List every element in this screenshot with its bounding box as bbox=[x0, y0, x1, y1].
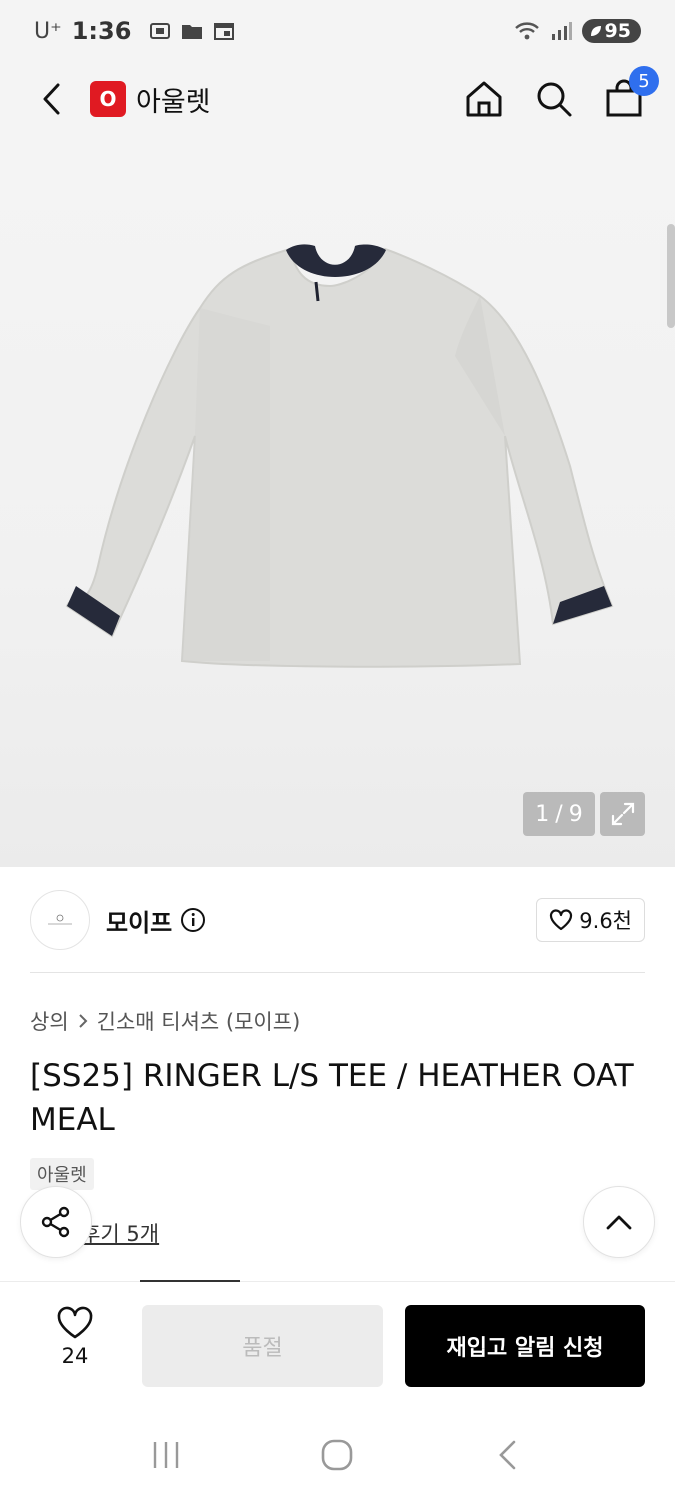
expand-icon bbox=[611, 802, 634, 826]
chevron-up-icon bbox=[606, 1215, 632, 1230]
home-circle-icon[interactable] bbox=[320, 1438, 354, 1472]
image-counter-current: 1 bbox=[535, 801, 550, 827]
share-button[interactable] bbox=[20, 1186, 92, 1258]
status-left: U⁺ 1:36 bbox=[34, 17, 235, 45]
wifi-icon bbox=[514, 22, 539, 40]
system-back-icon[interactable] bbox=[492, 1438, 526, 1472]
review-link[interactable]: 후기 5개 bbox=[81, 1218, 159, 1248]
info-icon[interactable] bbox=[180, 907, 206, 933]
cart-count-badge: 5 bbox=[629, 66, 659, 96]
header-title[interactable]: 아울렛 bbox=[136, 80, 211, 119]
heart-icon bbox=[550, 909, 573, 931]
chevron-right-icon bbox=[78, 1014, 88, 1028]
clock: 1:36 bbox=[71, 17, 132, 45]
cart-button[interactable]: 5 bbox=[603, 66, 659, 120]
soldout-button[interactable]: 품절 bbox=[142, 1305, 383, 1387]
bottom-action-bar: 24 품절 재입고 알림 신청 bbox=[0, 1282, 675, 1410]
status-bar: U⁺ 1:36 95 bbox=[0, 0, 675, 62]
battery-indicator: 95 bbox=[581, 19, 641, 43]
expand-button[interactable] bbox=[600, 792, 645, 836]
scroll-indicator[interactable] bbox=[667, 224, 675, 328]
share-icon bbox=[41, 1206, 70, 1238]
header-actions: 5 bbox=[463, 66, 659, 120]
image-counter: 1 / 9 bbox=[523, 792, 595, 836]
battery-level: 95 bbox=[604, 20, 631, 42]
signal-icon bbox=[551, 22, 572, 40]
divider bbox=[30, 972, 645, 973]
notification-icons bbox=[149, 21, 235, 41]
home-icon bbox=[466, 81, 502, 117]
wishlist-button[interactable]: 24 bbox=[40, 1306, 110, 1368]
heart-icon bbox=[57, 1306, 93, 1339]
search-icon bbox=[537, 82, 572, 117]
brand-name[interactable]: 모이프 bbox=[106, 903, 172, 938]
calendar-icon bbox=[214, 23, 235, 40]
leaf-icon bbox=[590, 26, 601, 36]
system-navigation-bar bbox=[0, 1410, 675, 1500]
recent-apps-icon[interactable] bbox=[149, 1438, 183, 1472]
carrier-label: U⁺ bbox=[34, 18, 62, 44]
product-image[interactable] bbox=[0, 136, 675, 867]
back-arrow-icon bbox=[43, 83, 60, 115]
brand-like-button[interactable]: 9.6천 bbox=[536, 898, 645, 942]
image-counter-separator: / bbox=[555, 801, 563, 827]
outlet-logo[interactable]: O bbox=[90, 81, 126, 117]
home-button[interactable] bbox=[463, 78, 505, 120]
restock-alert-button[interactable]: 재입고 알림 신청 bbox=[405, 1305, 645, 1387]
image-counter-total: 9 bbox=[568, 801, 583, 827]
brand-avatar[interactable] bbox=[30, 890, 90, 950]
breadcrumb-subcategory[interactable]: 긴소매 티셔츠 (모이프) bbox=[97, 1006, 301, 1036]
brand-like-count: 9.6천 bbox=[579, 909, 632, 933]
status-right: 95 bbox=[514, 19, 641, 43]
wishlist-count: 24 bbox=[61, 1344, 89, 1368]
product-title: [SS25] RINGER L/S TEE / HEATHER OAT MEAL bbox=[30, 1058, 634, 1138]
brand-row: 모이프 9.6천 bbox=[30, 888, 645, 952]
product-image-gallery[interactable]: 1 / 9 bbox=[0, 136, 675, 867]
scroll-top-button[interactable] bbox=[583, 1186, 655, 1258]
app-header: O 아울렛 5 bbox=[0, 62, 675, 136]
search-button[interactable] bbox=[533, 78, 575, 120]
back-button[interactable] bbox=[30, 77, 74, 121]
breadcrumb: 상의 긴소매 티셔츠 (모이프) bbox=[30, 1006, 300, 1036]
outlet-tag: 아울렛 bbox=[30, 1158, 94, 1190]
folder-icon bbox=[182, 25, 203, 39]
breadcrumb-category[interactable]: 상의 bbox=[30, 1006, 69, 1036]
page-root: U⁺ 1:36 95 O 아울렛 5 1 / 9 모이프 9.6천 상의 긴소매… bbox=[0, 0, 675, 1500]
brand-logo-mark bbox=[48, 914, 72, 925]
screenshot-icon bbox=[150, 23, 171, 39]
